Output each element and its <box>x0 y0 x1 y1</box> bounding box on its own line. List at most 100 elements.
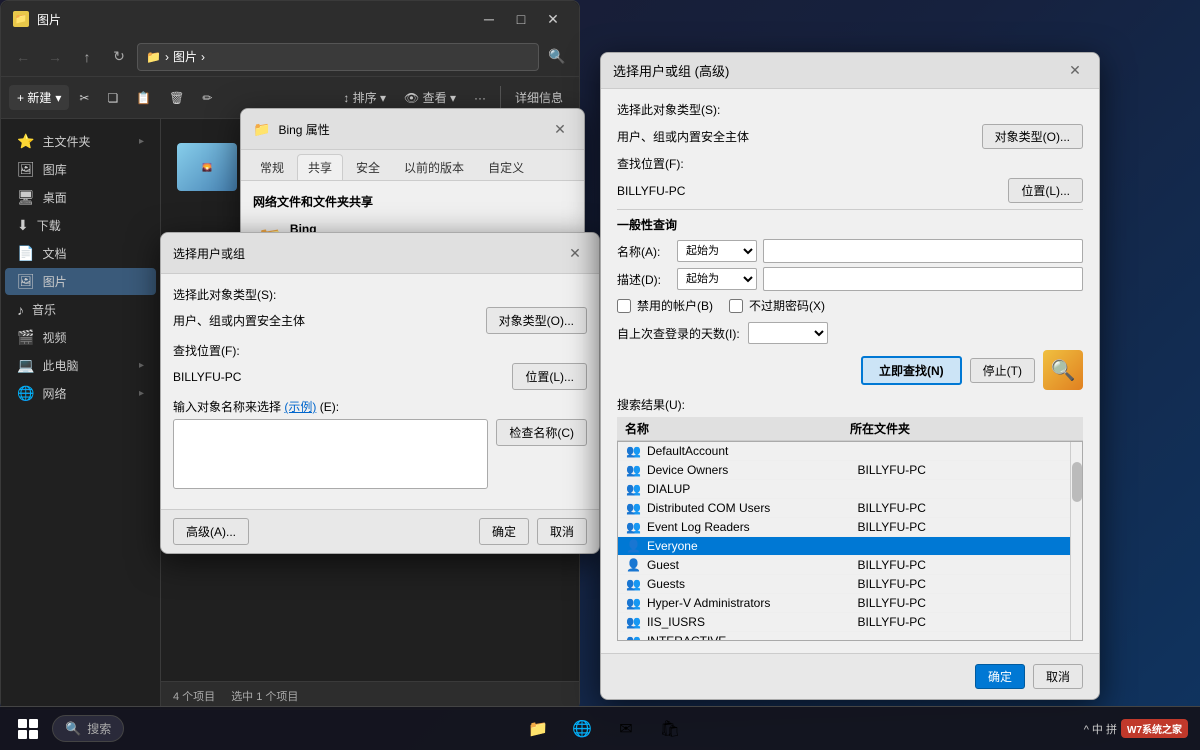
scrollbar-thumb[interactable] <box>1072 462 1082 502</box>
su-location-btn[interactable]: 位置(L)... <box>512 363 587 390</box>
sort-button[interactable]: ↕ 排序 ▾ <box>335 85 394 110</box>
address-path: 图片 <box>173 48 197 65</box>
forward-button[interactable]: → <box>41 43 69 71</box>
su-object-type-btn[interactable]: 对象类型(O)... <box>486 307 587 334</box>
scrollbar[interactable] <box>1070 442 1082 640</box>
sad-stop-btn[interactable]: 停止(T) <box>970 358 1035 383</box>
copy-button[interactable]: ❏ <box>99 87 126 109</box>
close-button[interactable]: ✕ <box>539 9 567 29</box>
result-icon: 👤 <box>626 539 641 553</box>
sad-desc-condition[interactable]: 起始为 <box>677 268 757 290</box>
result-row-guests[interactable]: 👥 Guests BILLYFU-PC <box>618 575 1070 594</box>
sad-close-btn[interactable]: ✕ <box>1063 59 1087 83</box>
sad-name-input[interactable] <box>763 239 1083 263</box>
sad-results-scroll-container[interactable]: 👥 DefaultAccount 👥 Device Owners BILLYFU… <box>617 441 1083 641</box>
sad-disabled-checkbox[interactable] <box>617 299 631 313</box>
sidebar-item-home[interactable]: ⭐ 主文件夹 ▸ <box>5 128 156 155</box>
su-check-name-btn[interactable]: 检查名称(C) <box>496 419 587 446</box>
su-object-type-value: 用户、组或内置安全主体 <box>173 310 478 331</box>
sad-location-btn[interactable]: 位置(L)... <box>1008 178 1083 203</box>
result-row-distributed-com[interactable]: 👥 Distributed COM Users BILLYFU-PC <box>618 499 1070 518</box>
sidebar-item-computer[interactable]: 💻 此电脑 ▸ <box>5 352 156 379</box>
sidebar-item-pictures[interactable]: 🖼 图片 <box>5 268 156 295</box>
gallery-icon: 🖼 <box>17 161 35 178</box>
result-row-hyperv[interactable]: 👥 Hyper-V Administrators BILLYFU-PC <box>618 594 1070 613</box>
su-enter-label: 输入对象名称来选择 (示例) (E): <box>173 398 587 415</box>
address-bar[interactable]: 📁 › 图片 › <box>137 43 539 71</box>
tab-custom[interactable]: 自定义 <box>477 154 535 180</box>
result-row-dialup[interactable]: 👥 DIALUP <box>618 480 1070 499</box>
taskbar-search[interactable]: 🔍 搜索 <box>52 715 124 742</box>
result-row-iis[interactable]: 👥 IIS_IUSRS BILLYFU-PC <box>618 613 1070 632</box>
su-cancel-btn[interactable]: 取消 <box>537 518 587 545</box>
search-button[interactable]: 🔍 <box>543 43 571 71</box>
su-ok-btn[interactable]: 确定 <box>479 518 529 545</box>
taskbar: 🔍 搜索 📁 🌐 ✉ 🛍 ^ 中 拼 W7系统之家 <box>0 706 1200 750</box>
result-icon: 👥 <box>626 463 641 477</box>
tab-security[interactable]: 安全 <box>345 154 391 180</box>
sad-days-select[interactable] <box>748 322 828 344</box>
sad-search-btn[interactable]: 立即查找(N) <box>861 356 962 385</box>
sad-object-type-value-row: 用户、组或内置安全主体 对象类型(O)... <box>617 124 1083 149</box>
sidebar-item-desktop[interactable]: 🖥 桌面 <box>5 184 156 211</box>
up-button[interactable]: ↑ <box>73 43 101 71</box>
sad-days-row: 自上次查登录的天数(I): <box>617 322 1083 344</box>
select-advanced-dialog: 选择用户或组 (高级) ✕ 选择此对象类型(S): 用户、组或内置安全主体 对象… <box>600 52 1100 700</box>
sad-ok-btn[interactable]: 确定 <box>975 664 1025 689</box>
network-icon: 🌐 <box>17 385 34 402</box>
result-row-device-owners[interactable]: 👥 Device Owners BILLYFU-PC <box>618 461 1070 480</box>
sidebar-item-music[interactable]: ♪ 音乐 <box>5 296 156 323</box>
sidebar-item-gallery[interactable]: 🖼 图库 <box>5 156 156 183</box>
su-object-name-input[interactable] <box>173 419 488 489</box>
details-button[interactable]: 详细信息 <box>507 85 571 110</box>
sad-search-icon: 🔍 <box>1043 350 1083 390</box>
sad-object-type-btn[interactable]: 对象类型(O)... <box>982 124 1083 149</box>
result-row-interactive[interactable]: 👥 INTERACTIVE <box>618 632 1070 640</box>
sad-title: 选择用户或组 (高级) <box>613 61 1063 80</box>
sidebar-item-downloads[interactable]: ⬇ 下载 <box>5 212 156 239</box>
sidebar-item-documents[interactable]: 📄 文档 <box>5 240 156 267</box>
sidebar-item-label: 视频 <box>42 329 66 346</box>
new-button[interactable]: + 新建 ▾ <box>9 85 69 110</box>
su-dialog-close[interactable]: ✕ <box>563 241 587 265</box>
tab-share[interactable]: 共享 <box>297 154 343 180</box>
view-button[interactable]: 👁 查看 ▾ <box>396 85 464 110</box>
minimize-button[interactable]: ─ <box>475 9 503 29</box>
taskbar-mail-app[interactable]: ✉ <box>606 711 646 747</box>
rename-button[interactable]: ✏ <box>194 87 220 109</box>
sad-name-condition[interactable]: 起始为 <box>677 240 757 262</box>
taskbar-store-app[interactable]: 🛍 <box>650 711 690 747</box>
delete-button[interactable]: 🗑 <box>161 87 192 109</box>
select-user-dialog: 选择用户或组 ✕ 选择此对象类型(S): 用户、组或内置安全主体 对象类型(O)… <box>160 232 600 554</box>
su-object-type-row: 用户、组或内置安全主体 对象类型(O)... <box>173 307 587 334</box>
result-loc: BILLYFU-PC <box>857 558 1062 572</box>
sad-desc-input[interactable] <box>763 267 1083 291</box>
bing-dialog-close[interactable]: ✕ <box>548 117 572 141</box>
taskbar-browser-app[interactable]: 🌐 <box>562 711 602 747</box>
back-button[interactable]: ← <box>9 43 37 71</box>
sad-search-row: 立即查找(N) 停止(T) 🔍 <box>617 350 1083 390</box>
result-name: Guest <box>647 558 852 572</box>
result-row-defaultaccount[interactable]: 👥 DefaultAccount <box>618 442 1070 461</box>
result-row-event-log[interactable]: 👥 Event Log Readers BILLYFU-PC <box>618 518 1070 537</box>
sad-cancel-btn[interactable]: 取消 <box>1033 664 1083 689</box>
more-button[interactable]: ··· <box>466 87 494 109</box>
taskbar-explorer-app[interactable]: 📁 <box>518 711 558 747</box>
start-button[interactable] <box>8 713 48 745</box>
result-row-everyone[interactable]: 👤 Everyone <box>618 537 1070 556</box>
documents-icon: 📄 <box>17 245 34 262</box>
sad-query-title: 一般性查询 <box>617 216 1083 233</box>
tab-general[interactable]: 常规 <box>249 154 295 180</box>
su-advanced-btn[interactable]: 高级(A)... <box>173 518 249 545</box>
paste-button[interactable]: 📋 <box>128 87 159 109</box>
maximize-button[interactable]: □ <box>507 9 535 29</box>
sidebar-item-network[interactable]: 🌐 网络 ▸ <box>5 380 156 407</box>
su-enter-text: 输入对象名称来选择 <box>173 400 281 414</box>
result-row-guest[interactable]: 👤 Guest BILLYFU-PC <box>618 556 1070 575</box>
refresh-button[interactable]: ↻ <box>105 43 133 71</box>
cut-button[interactable]: ✂ <box>71 87 97 109</box>
su-example-link[interactable]: (示例) <box>284 400 316 414</box>
sidebar-item-videos[interactable]: 🎬 视频 <box>5 324 156 351</box>
tab-previous[interactable]: 以前的版本 <box>393 154 475 180</box>
sad-noexpiry-checkbox[interactable] <box>729 299 743 313</box>
